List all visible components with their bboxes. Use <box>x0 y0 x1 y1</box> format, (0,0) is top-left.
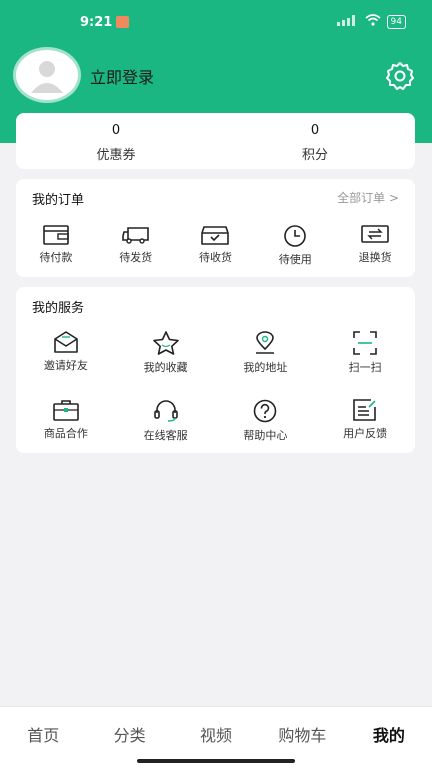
star-icon <box>152 331 179 355</box>
user-placeholder-icon <box>31 61 63 93</box>
exchange-icon <box>361 225 389 243</box>
points-stat[interactable]: 0 积分 <box>215 123 415 163</box>
headset-icon <box>153 400 178 422</box>
service-address[interactable]: 我的地址 <box>216 331 316 375</box>
stats-card: 0 优惠券 0 积分 <box>16 113 415 169</box>
order-label: 退换货 <box>358 251 392 264</box>
service-label: 商品合作 <box>43 427 88 440</box>
scan-icon <box>353 331 377 355</box>
order-label: 待收货 <box>198 251 232 264</box>
location-icon <box>256 331 275 354</box>
order-label: 待发货 <box>119 251 153 264</box>
all-orders-link[interactable]: 全部订单 > <box>337 189 399 206</box>
service-scan[interactable]: 扫一扫 <box>315 331 415 375</box>
points-count: 0 <box>310 123 320 138</box>
login-button[interactable]: 立即登录 <box>90 64 154 88</box>
service-label: 邀请好友 <box>43 359 88 372</box>
signal-icon <box>336 14 359 30</box>
coupon-label: 优惠券 <box>96 148 136 163</box>
home-indicator[interactable] <box>137 759 295 763</box>
service-online-support[interactable]: 在线客服 <box>116 399 216 443</box>
service-label: 用户反馈 <box>343 427 388 440</box>
status-time: 9:21 <box>80 15 113 30</box>
coupon-count: 0 <box>111 123 121 138</box>
avatar[interactable] <box>16 50 78 100</box>
service-label: 扫一扫 <box>348 361 382 374</box>
help-icon <box>254 399 277 423</box>
services-card: 我的服务 邀请好友 我的收藏 我的地址 扫一扫 商品合作 在线客服 帮助中心 用… <box>16 287 415 453</box>
service-label: 在线客服 <box>143 429 188 442</box>
envelope-icon <box>54 331 78 353</box>
orders-card: 我的订单 全部订单 > 待付款 待发货 待收货 待使用 退换货 <box>16 179 415 277</box>
settings-button[interactable] <box>384 60 416 92</box>
battery-indicator: 94 <box>386 15 406 29</box>
wifi-icon <box>365 14 381 30</box>
tab-home[interactable]: 首页 <box>0 707 86 769</box>
service-cooperation[interactable]: 商品合作 <box>16 399 116 443</box>
feedback-icon <box>353 399 376 421</box>
service-label: 我的地址 <box>243 361 288 374</box>
order-pending-shipment[interactable]: 待发货 <box>96 225 176 267</box>
points-label: 积分 <box>301 148 328 163</box>
status-bar: 9:21 94 <box>0 8 432 36</box>
service-label: 帮助中心 <box>243 429 288 442</box>
gear-icon <box>386 62 414 90</box>
service-label: 我的收藏 <box>143 361 188 374</box>
coupon-stat[interactable]: 0 优惠券 <box>16 123 216 163</box>
order-label: 待使用 <box>278 253 312 266</box>
notification-icon <box>116 16 129 28</box>
service-feedback[interactable]: 用户反馈 <box>315 399 415 443</box>
order-label: 待付款 <box>39 251 73 264</box>
order-pending-receipt[interactable]: 待收货 <box>176 225 256 267</box>
tab-mine[interactable]: 我的 <box>346 707 432 769</box>
services-title: 我的服务 <box>32 301 85 316</box>
truck-icon <box>121 227 149 244</box>
order-return[interactable]: 退换货 <box>335 225 415 267</box>
service-help-center[interactable]: 帮助中心 <box>216 399 316 443</box>
service-favorites[interactable]: 我的收藏 <box>116 331 216 375</box>
order-pending-payment[interactable]: 待付款 <box>16 225 96 267</box>
inbox-icon <box>201 226 230 245</box>
wallet-icon <box>43 225 69 245</box>
clock-icon <box>284 225 307 247</box>
orders-title: 我的订单 <box>32 193 85 208</box>
status-icons: 94 <box>336 14 406 30</box>
service-invite-friends[interactable]: 邀请好友 <box>16 331 116 375</box>
briefcase-icon <box>53 400 79 421</box>
order-pending-use[interactable]: 待使用 <box>255 225 335 267</box>
